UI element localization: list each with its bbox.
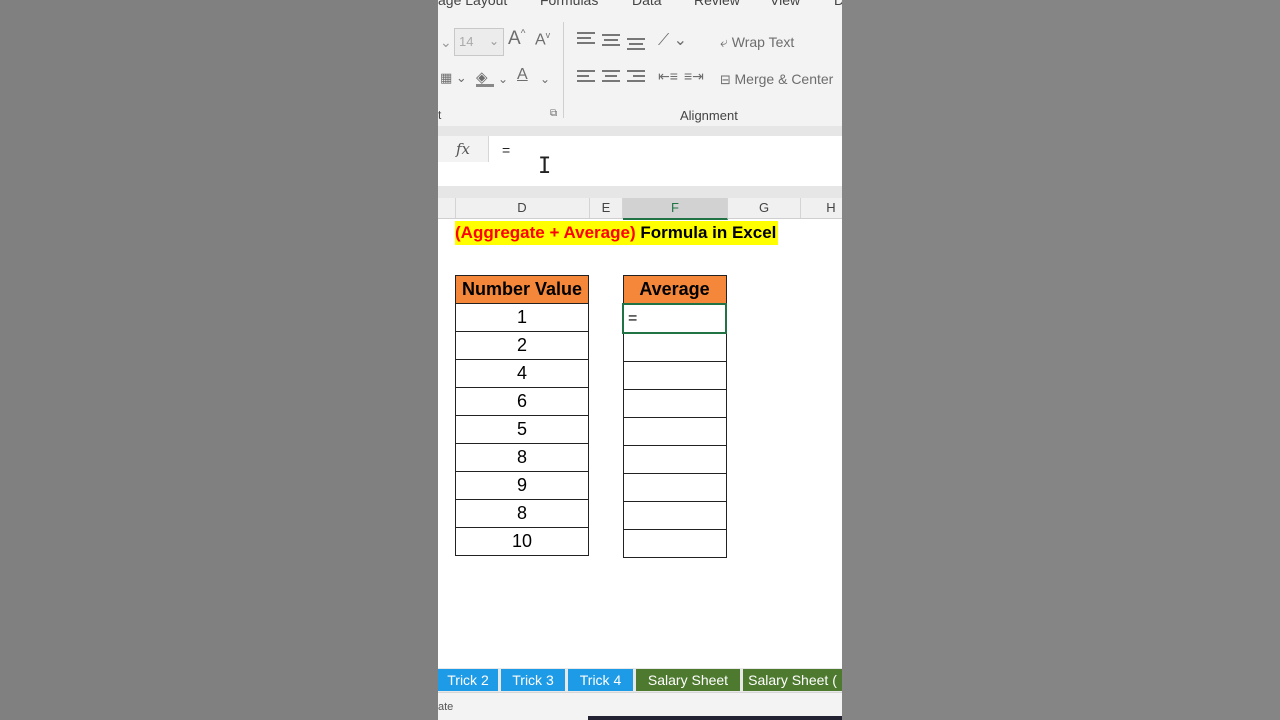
align-left-icon[interactable] bbox=[577, 70, 595, 86]
table-cell[interactable]: 10 bbox=[455, 527, 589, 556]
sheet-title[interactable]: (Aggregate + Average) Formula in Excel bbox=[455, 221, 779, 245]
group-separator bbox=[563, 22, 564, 118]
tab-view[interactable]: View bbox=[770, 0, 800, 8]
tab-formulas[interactable]: Formulas bbox=[540, 0, 598, 8]
table-cell[interactable] bbox=[622, 501, 727, 530]
average-header[interactable]: Average bbox=[622, 275, 727, 305]
decrease-font-icon[interactable]: Av bbox=[535, 30, 550, 49]
table-cell[interactable]: 9 bbox=[455, 471, 589, 500]
ribbon-spacer bbox=[438, 126, 842, 136]
increase-font-icon[interactable]: A^ bbox=[508, 28, 525, 50]
sheet-tab-salary-sheet[interactable]: Salary Sheet bbox=[636, 669, 740, 691]
sheet-tab-salary-sheet-2[interactable]: Salary Sheet ( bbox=[743, 669, 842, 691]
title-red-part: (Aggregate + Average) bbox=[455, 223, 636, 242]
align-middle-icon[interactable] bbox=[602, 34, 620, 50]
font-dropdown-chevron-icon[interactable]: ⌄ bbox=[440, 34, 452, 51]
text-cursor-icon: I bbox=[538, 154, 552, 179]
table-cell[interactable]: 8 bbox=[455, 443, 589, 472]
tab-review[interactable]: Review bbox=[694, 0, 740, 8]
average-table: Average = bbox=[622, 275, 727, 558]
column-header-h[interactable]: H bbox=[801, 198, 842, 218]
background-right bbox=[842, 0, 1280, 720]
table-cell[interactable]: 6 bbox=[455, 387, 589, 416]
table-cell[interactable]: 2 bbox=[455, 331, 589, 360]
background-left bbox=[0, 0, 438, 720]
tab-page-layout[interactable]: age Layout bbox=[438, 0, 507, 8]
table-cell[interactable] bbox=[622, 389, 727, 418]
font-size-select[interactable]: 14 ⌄ bbox=[454, 28, 504, 56]
alignment-group-label: Alignment bbox=[680, 108, 738, 123]
tab-more[interactable]: D bbox=[834, 0, 842, 8]
insert-function-area: fx bbox=[438, 136, 489, 162]
align-top-icon[interactable] bbox=[577, 32, 595, 48]
formula-input[interactable]: = bbox=[502, 142, 510, 158]
table-cell[interactable] bbox=[622, 529, 727, 558]
align-right-icon[interactable] bbox=[627, 70, 645, 86]
font-color-icon[interactable]: A bbox=[517, 66, 528, 84]
decrease-indent-icon[interactable]: ⇤≡ bbox=[658, 68, 678, 85]
active-cell[interactable]: = bbox=[622, 303, 727, 334]
table-cell[interactable]: 1 bbox=[455, 303, 589, 332]
table-cell[interactable] bbox=[622, 417, 727, 446]
insert-function-icon[interactable]: fx bbox=[456, 140, 470, 158]
chevron-down-icon: ⌄ bbox=[488, 34, 499, 48]
column-header-e[interactable]: E bbox=[590, 198, 623, 218]
table-cell[interactable] bbox=[622, 361, 727, 390]
table-cell[interactable]: 4 bbox=[455, 359, 589, 388]
table-cell[interactable] bbox=[622, 473, 727, 502]
taskbar-edge bbox=[588, 716, 842, 720]
table-cell[interactable] bbox=[622, 332, 727, 362]
orientation-icon[interactable]: ⟋ ⌄ bbox=[658, 30, 687, 50]
align-center-icon[interactable] bbox=[602, 70, 620, 86]
increase-indent-icon[interactable]: ≡⇥ bbox=[684, 68, 704, 85]
fill-color-icon[interactable]: ◈ bbox=[476, 68, 494, 87]
column-headers: D E F G H bbox=[438, 198, 842, 220]
table-cell[interactable] bbox=[622, 445, 727, 474]
wrap-text-icon: ⤶ bbox=[720, 34, 732, 50]
wrap-text-button[interactable]: ⤶ Wrap Text bbox=[720, 34, 794, 51]
font-size-value: 14 bbox=[459, 34, 474, 49]
excel-window: age Layout Formulas Data Review View D ⌄… bbox=[438, 0, 842, 720]
ribbon: ⌄ 14 ⌄ A^ Av ▦ ⌄ ◈ ⌄ A ⌄ t ⧉ ⟋ ⌄ ⇤≡ ≡⇥ ⤶… bbox=[438, 14, 842, 127]
table-cell[interactable]: 8 bbox=[455, 499, 589, 528]
sheet-tab-trick-3[interactable]: Trick 3 bbox=[501, 669, 565, 691]
formula-bar[interactable]: fx = I bbox=[438, 136, 842, 187]
column-header-blank bbox=[438, 198, 456, 218]
column-header-d[interactable]: D bbox=[455, 198, 590, 218]
sheet-tab-trick-4[interactable]: Trick 4 bbox=[568, 669, 633, 691]
merge-icon: ⊟ bbox=[720, 72, 735, 87]
font-color-chevron-icon[interactable]: ⌄ bbox=[540, 72, 550, 86]
align-bottom-icon[interactable] bbox=[627, 36, 645, 52]
ribbon-tabs: age Layout Formulas Data Review View D bbox=[438, 0, 842, 14]
merge-center-button[interactable]: ⊟ Merge & Center bbox=[720, 71, 833, 88]
column-header-f[interactable]: F bbox=[623, 198, 728, 220]
number-value-table: Number Value 1 2 4 6 5 8 9 8 10 bbox=[455, 275, 589, 556]
status-text: ate bbox=[438, 701, 454, 713]
fill-color-chevron-icon[interactable]: ⌄ bbox=[498, 72, 508, 86]
number-value-header[interactable]: Number Value bbox=[455, 275, 589, 304]
title-black-part: Formula in Excel bbox=[640, 223, 777, 242]
sheet-tabs: Trick 2 Trick 3 Trick 4 Salary Sheet Sal… bbox=[438, 668, 842, 692]
font-group-label: t bbox=[438, 108, 442, 122]
column-header-g[interactable]: G bbox=[728, 198, 801, 218]
borders-icon[interactable]: ▦ ⌄ bbox=[440, 70, 467, 86]
formula-bar-spacer bbox=[438, 186, 842, 198]
tab-data[interactable]: Data bbox=[632, 0, 662, 8]
dialog-launcher-icon[interactable]: ⧉ bbox=[550, 108, 557, 119]
table-cell[interactable]: 5 bbox=[455, 415, 589, 444]
sheet-tab-trick-2[interactable]: Trick 2 bbox=[438, 669, 498, 691]
